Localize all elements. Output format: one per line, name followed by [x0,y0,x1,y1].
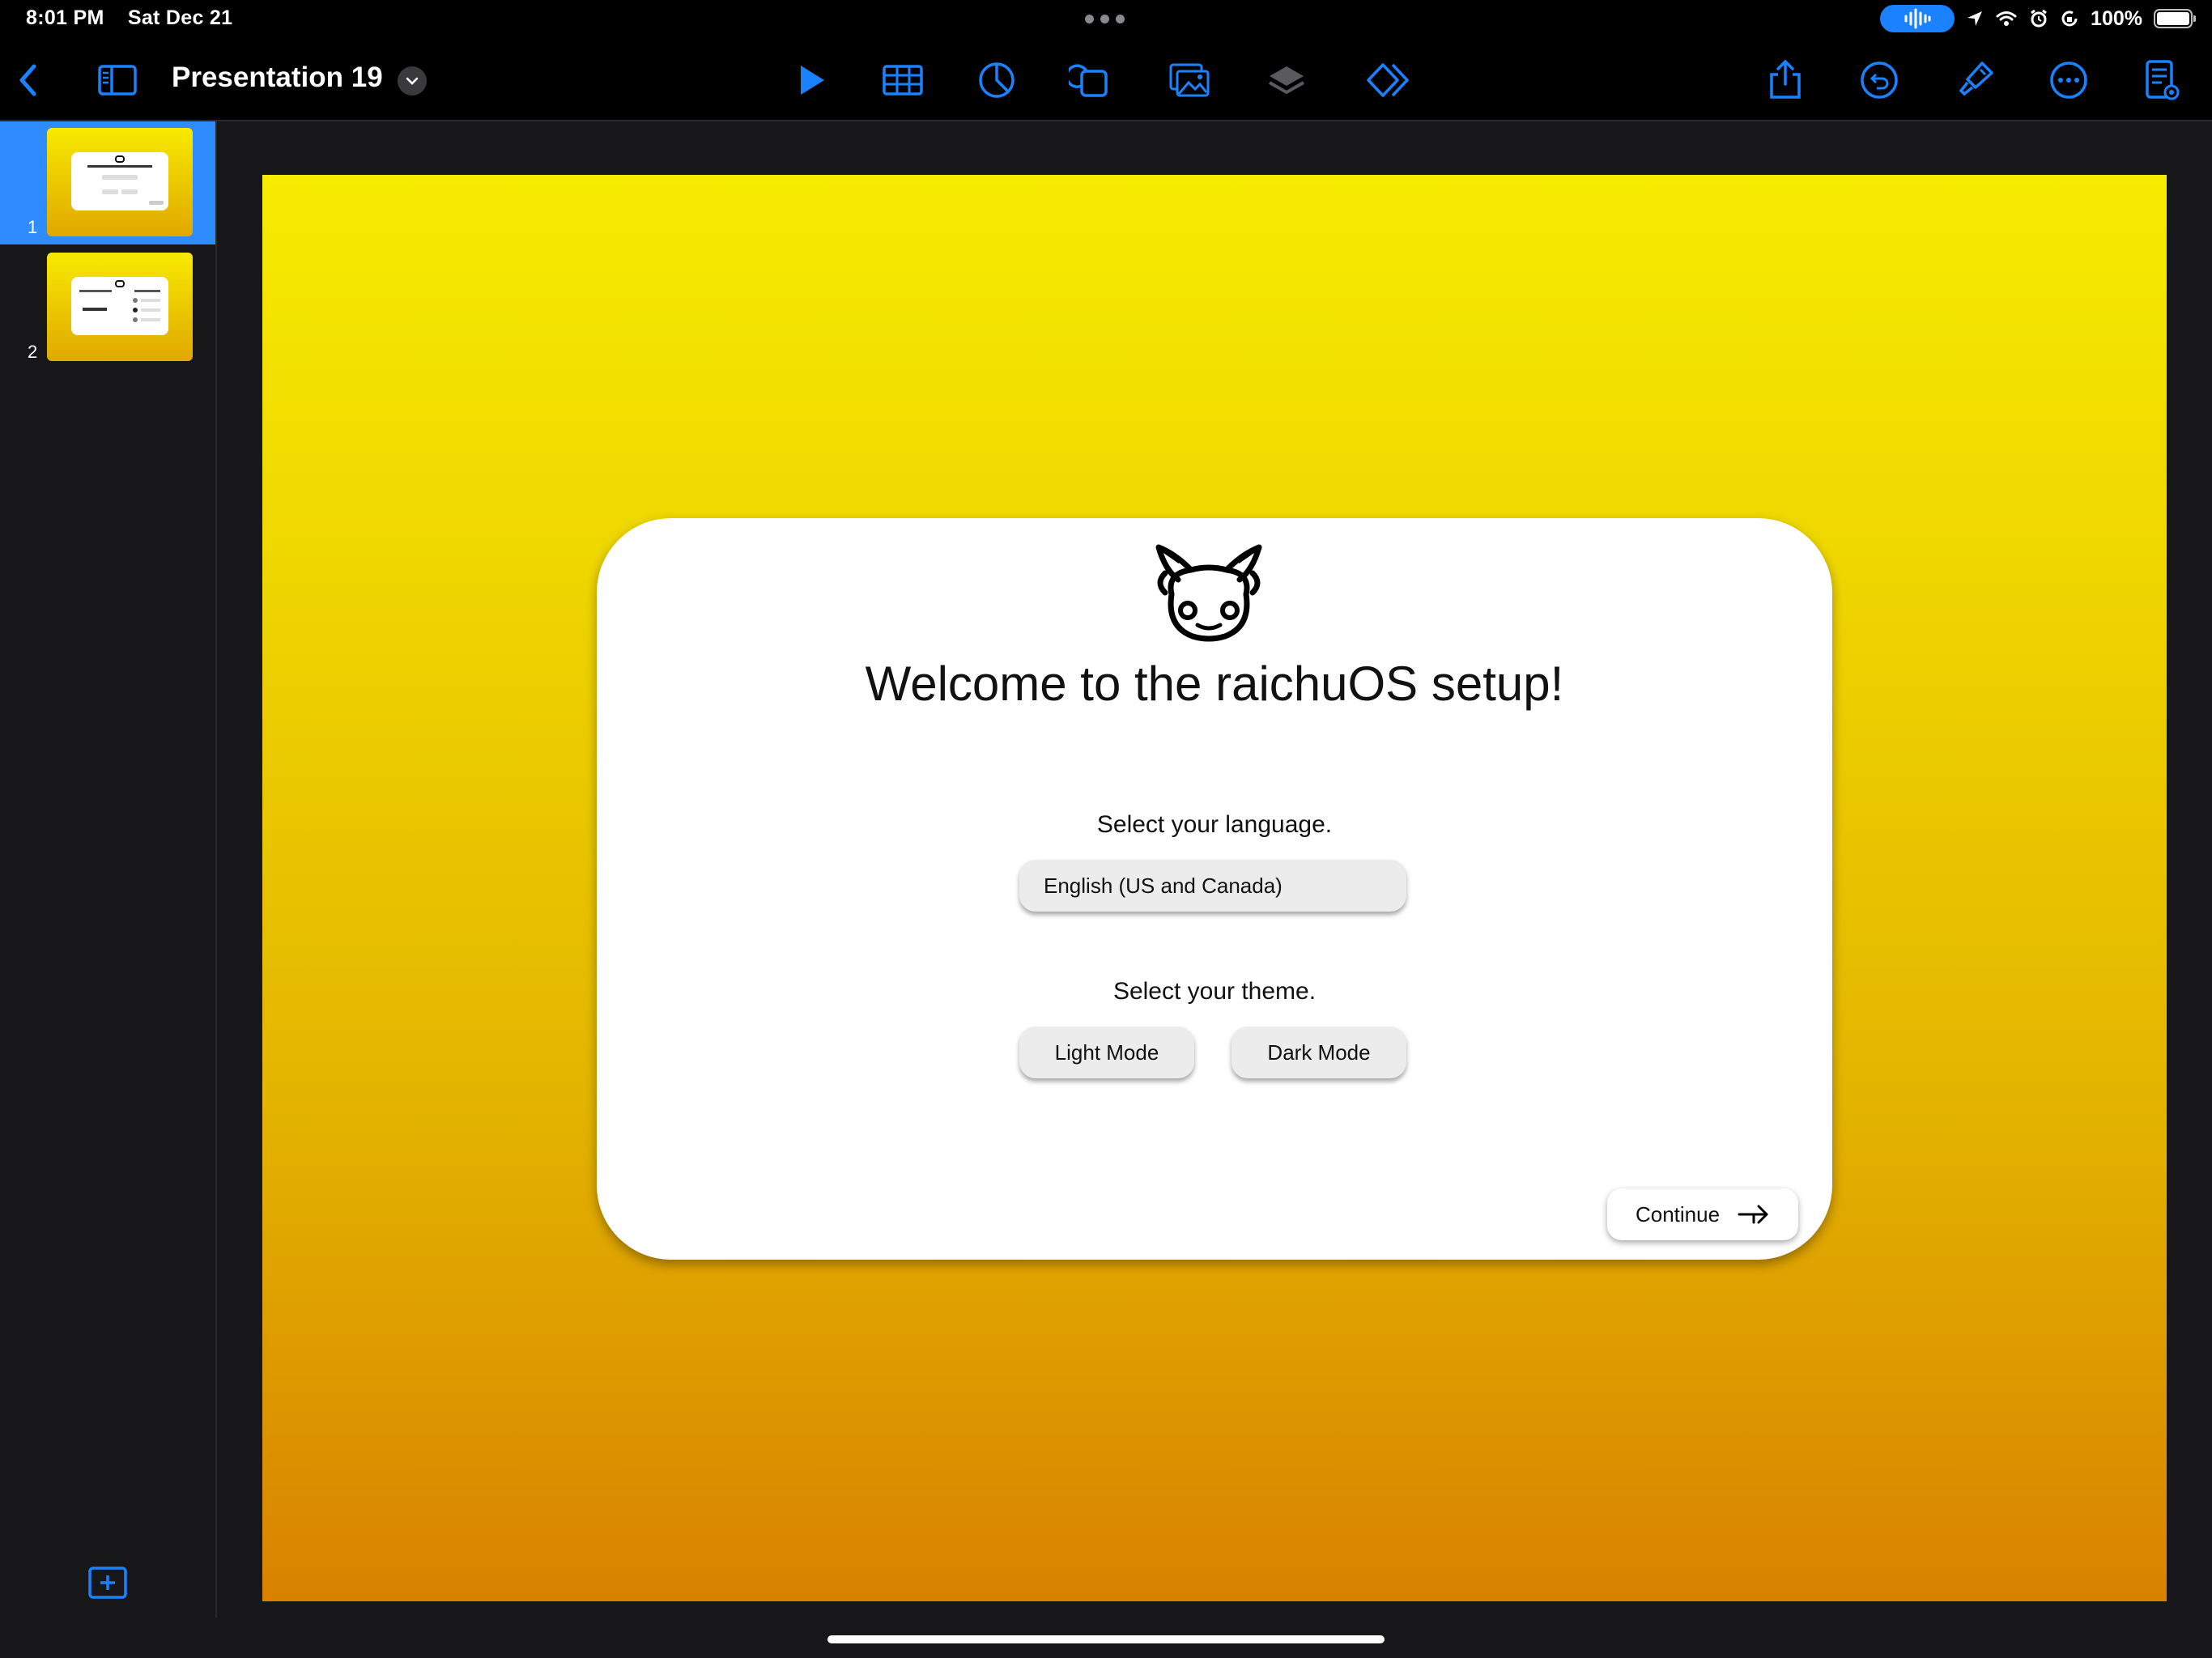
home-indicator[interactable] [827,1635,1385,1643]
slide-navigator: 1 2 [0,121,217,1618]
continue-button[interactable]: Continue [1607,1188,1798,1240]
format-brush-icon[interactable] [1951,57,1998,104]
chart-icon[interactable] [973,57,1020,104]
status-right: 100% [1880,5,2196,32]
arrow-right-icon [1738,1205,1768,1224]
title-chevron-down-icon[interactable] [398,66,427,96]
add-slide-icon[interactable] [87,1566,128,1600]
slide-thumbnail-image [47,253,193,361]
multitasking-dots-icon[interactable] [1085,15,1125,23]
layers-icon[interactable] [1263,57,1310,104]
slide-thumbnail-1[interactable]: 1 [0,121,215,244]
slide-thumbnail-2[interactable]: 2 [0,246,215,369]
slide-canvas[interactable]: Welcome to the raichuOS setup! Select yo… [262,175,2167,1601]
animate-icon[interactable] [1365,57,1412,104]
location-arrow-icon [1967,11,1983,26]
theme-label: Select your theme. [1112,978,1317,1005]
status-left: 8:01 PM Sat Dec 21 [26,6,250,30]
battery-percentage: 100% [2091,6,2142,30]
slide-number: 2 [28,342,38,362]
table-icon[interactable] [879,57,926,104]
document-title[interactable]: Presentation 19 [172,62,383,94]
sidebar-toggle-icon[interactable] [94,57,141,104]
raichu-head-icon [1147,541,1270,646]
slide-number: 1 [28,217,38,237]
light-mode-button[interactable]: Light Mode [1019,1027,1194,1078]
status-time: 8:01 PM [26,6,104,29]
media-icon[interactable] [1166,57,1213,104]
back-chevron-icon[interactable] [6,57,53,104]
play-icon[interactable] [787,57,834,104]
wifi-icon [1996,11,2017,26]
screen-lock-rotation-icon [2061,11,2078,27]
more-icon[interactable] [2045,57,2092,104]
dark-mode-button[interactable]: Dark Mode [1231,1027,1406,1078]
battery-icon [2154,9,2196,28]
share-icon[interactable] [1762,57,1809,104]
status-bar: 8:01 PM Sat Dec 21 100% [0,0,2212,40]
continue-label: Continue [1635,1201,1721,1226]
presenter-notes-icon[interactable] [2138,57,2184,104]
language-label: Select your language. [1096,811,1333,838]
shape-icon[interactable] [1067,57,1114,104]
alarm-icon [2031,9,2047,28]
slide-thumbnail-image [47,128,193,236]
status-date: Sat Dec 21 [127,6,233,29]
welcome-title: Welcome to the raichuOS setup! [865,657,1564,711]
setup-card[interactable]: Welcome to the raichuOS setup! Select yo… [597,518,1832,1260]
language-select[interactable]: English (US and Canada) [1019,860,1406,912]
undo-icon[interactable] [1856,57,1903,104]
mic-waveform-icon[interactable] [1880,5,1955,32]
toolbar: Presentation 19 [0,40,2212,121]
